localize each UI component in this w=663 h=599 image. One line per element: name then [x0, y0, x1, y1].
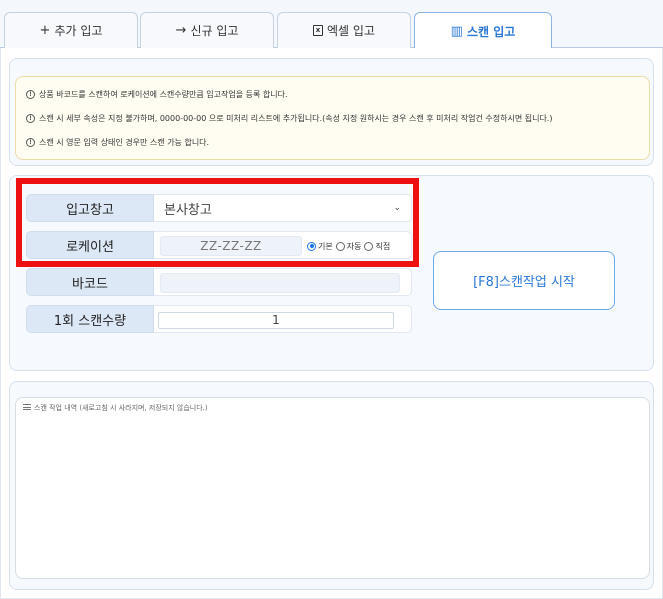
warehouse-label: 입고창고: [26, 194, 154, 222]
tab-scan-receiving[interactable]: ▥ 스캔 입고: [414, 12, 552, 49]
scan-log-placeholder: 스캔 작업 내역 (새로고침 시 사라지며, 저장되지 않습니다.): [34, 404, 208, 412]
scan-log-textarea[interactable]: 스캔 작업 내역 (새로고침 시 사라지며, 저장되지 않습니다.): [15, 397, 650, 579]
notice-item: ! 상품 바코드를 스캔하여 로케이션에 스캔수량만큼 입고작업을 등록 합니다…: [26, 82, 639, 106]
barcode-input[interactable]: [160, 273, 400, 293]
tab-bar: + 추가 입고 → 신규 입고 x 엑셀 입고 ▥ 스캔 입고: [0, 0, 663, 49]
location-mode-auto[interactable]: 자동: [335, 241, 362, 252]
notice-text: 스캔 시 세부 속성은 지정 불가하며, 0000-00-00 으로 미처리 리…: [39, 113, 553, 123]
warehouse-selected-value: 본사창고: [164, 202, 212, 218]
notice-item: ! 스캔 시 영문 입력 상태인 경우만 스캔 가능 합니다.: [26, 130, 639, 154]
scan-log-panel: 스캔 작업 내역 (새로고침 시 사라지며, 저장되지 않습니다.): [9, 381, 654, 590]
barcode-row: 바코드: [26, 268, 412, 296]
info-icon: !: [26, 137, 35, 147]
tab-label: 추가 입고: [54, 24, 103, 38]
notice-text: 스캔 시 영문 입력 상태인 경우만 스캔 가능 합니다.: [39, 137, 210, 147]
barcode-field-group: [154, 268, 412, 296]
location-mode-manual[interactable]: 직접: [364, 241, 390, 252]
location-field-group: ZZ-ZZ-ZZ 기본 자동 직접: [154, 231, 412, 259]
scan-qty-row: 1회 스캔수량 1: [26, 305, 412, 333]
location-mode-radios: 기본 자동 직접: [307, 232, 390, 260]
tab-label: 엑셀 입고: [327, 24, 375, 38]
plus-icon: +: [39, 23, 51, 38]
excel-file-icon: x: [313, 25, 323, 36]
location-mode-basic[interactable]: 기본: [307, 241, 333, 252]
info-icon: !: [26, 113, 35, 123]
scan-qty-label: 1회 스캔수량: [26, 305, 154, 333]
warehouse-row: 입고창고 본사창고 ⌄: [26, 194, 412, 222]
tab-label: 신규 입고: [190, 24, 239, 38]
radio-unchecked-icon: [335, 241, 345, 251]
tab-add-receiving[interactable]: + 추가 입고: [4, 12, 138, 48]
notice-text: 상품 바코드를 스캔하여 로케이션에 스캔수량만큼 입고작업을 등록 합니다.: [39, 89, 288, 99]
notice-item: ! 스캔 시 세부 속성은 지정 불가하며, 0000-00-00 으로 미처리…: [26, 106, 639, 130]
radio-checked-icon: [307, 241, 316, 251]
chevron-down-icon: ⌄: [393, 203, 401, 213]
scan-qty-field-group: 1: [154, 305, 412, 333]
radio-label: 직접: [375, 241, 391, 251]
radio-label: 기본: [318, 241, 333, 251]
start-scan-button[interactable]: [F8]스캔작업 시작: [433, 251, 615, 310]
info-icon: !: [26, 89, 35, 99]
notice-panel: ! 상품 바코드를 스캔하여 로케이션에 스캔수량만큼 입고작업을 등록 합니다…: [9, 58, 654, 166]
location-label: 로케이션: [26, 231, 154, 259]
radio-label: 자동: [346, 241, 362, 251]
list-icon: [23, 404, 31, 410]
barcode-label: 바코드: [26, 268, 154, 296]
tab-excel-receiving[interactable]: x 엑셀 입고: [277, 12, 411, 48]
warehouse-select[interactable]: 본사창고 ⌄: [154, 194, 412, 222]
barcode-icon: ▥: [450, 23, 463, 39]
location-input[interactable]: ZZ-ZZ-ZZ: [160, 236, 302, 256]
tab-new-receiving[interactable]: → 신규 입고: [140, 12, 274, 48]
scan-qty-input[interactable]: 1: [158, 312, 394, 329]
arrow-right-icon: →: [175, 23, 187, 38]
tab-label: 스캔 입고: [466, 24, 516, 39]
location-row: 로케이션 ZZ-ZZ-ZZ 기본 자동 직접: [26, 231, 412, 259]
notice-box: ! 상품 바코드를 스캔하여 로케이션에 스캔수량만큼 입고작업을 등록 합니다…: [15, 76, 650, 160]
radio-unchecked-icon: [364, 241, 374, 251]
